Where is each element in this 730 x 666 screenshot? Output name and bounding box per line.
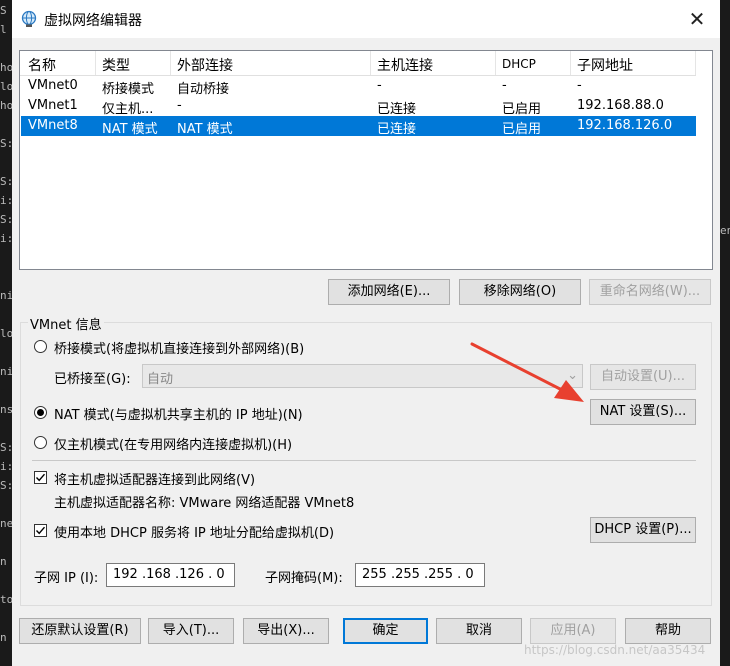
cancel-button[interactable]: 取消 [436, 618, 522, 644]
background-text: n [0, 631, 7, 644]
column-header-dhcp[interactable]: DHCP [502, 57, 536, 71]
column-header-name[interactable]: 名称 [28, 55, 56, 75]
subnet-mask-label: 子网掩码(M): [265, 571, 343, 586]
bridged-to-label: 已桥接至(G): [54, 372, 131, 387]
network-row-vmnet8[interactable]: VMnet8 NAT 模式 NAT 模式 已连接 已启用 192.168.126.0 [21, 116, 696, 137]
cell-external: NAT 模式 [177, 122, 233, 137]
use-dhcp-label[interactable]: 使用本地 DHCP 服务将 IP 地址分配给虚拟机(D) [54, 522, 334, 541]
column-header-type[interactable]: 类型 [102, 55, 130, 75]
subnet-ip-field[interactable]: 192 .168 .126 . 0 [106, 563, 235, 587]
cell-type: 仅主机... [102, 102, 154, 117]
watermark-text: https://blog.csdn.net/aa35434 [524, 643, 706, 657]
cell-name: VMnet0 [28, 78, 78, 93]
nat-mode-radio[interactable] [34, 406, 47, 419]
bridged-mode-radio[interactable] [34, 340, 47, 353]
cell-type: 桥接模式 [102, 82, 155, 97]
cell-type: NAT 模式 [102, 122, 158, 137]
background-text: en [720, 224, 730, 237]
background-terminal-left: Sl ho lo ho S: S: i: S: i: ni lo ni ns S: i: S: ne n to n [0, 0, 13, 666]
auto-settings-button[interactable]: 自动设置(U)... [590, 364, 696, 390]
connect-adapter-checkbox[interactable] [34, 471, 47, 484]
cell-dhcp: - [502, 78, 507, 93]
cell-dhcp: 已启用 [502, 102, 542, 117]
rename-network-button[interactable]: 重命名网络(W)... [589, 279, 711, 305]
use-dhcp-checkbox[interactable] [34, 524, 47, 537]
ok-button[interactable]: 确定 [343, 618, 428, 644]
network-globe-icon [21, 10, 37, 27]
host-only-mode-label[interactable]: 仅主机模式(在专用网络内连接虚拟机)(H) [54, 434, 292, 453]
column-header-subnet[interactable]: 子网地址 [577, 55, 633, 75]
chevron-down-icon: ⌄ [567, 368, 578, 383]
cell-external: 自动桥接 [177, 82, 230, 97]
background-terminal-right: en [720, 0, 730, 666]
nat-mode-label[interactable]: NAT 模式(与虚拟机共享主机的 IP 地址)(N) [54, 404, 303, 423]
cell-subnet: 192.168.126.0 [577, 118, 673, 133]
subnet-mask-field[interactable]: 255 .255 .255 . 0 [355, 563, 485, 587]
bridged-mode-label[interactable]: 桥接模式(将虚拟机直接连接到外部网络)(B) [54, 338, 304, 357]
cell-subnet: 192.168.88.0 [577, 98, 664, 113]
cell-name: VMnet1 [28, 98, 78, 113]
close-button[interactable]: ✕ [680, 4, 714, 34]
nat-settings-button[interactable]: NAT 设置(S)... [590, 399, 696, 425]
add-network-button[interactable]: 添加网络(E)... [328, 279, 450, 305]
apply-button[interactable]: 应用(A) [530, 618, 616, 644]
connect-adapter-label[interactable]: 将主机虚拟适配器连接到此网络(V) [54, 469, 255, 488]
export-button[interactable]: 导出(X)... [243, 618, 329, 644]
bridged-to-value: 自动 [147, 372, 174, 387]
background-text: n [0, 555, 7, 568]
network-list-header: 名称 类型 外部连接 主机连接 DHCP 子网地址 [20, 51, 696, 76]
cell-external: - [177, 98, 182, 113]
virtual-network-editor-window: 虚拟网络编辑器 ✕ 名称 类型 外部连接 主机连接 DHCP 子网地址 VMne… [12, 0, 720, 666]
window-title: 虚拟网络编辑器 [44, 13, 142, 29]
bridged-to-select[interactable]: 自动 ⌄ [142, 364, 583, 388]
cell-host: - [377, 78, 382, 93]
background-text: S [0, 4, 7, 17]
title-bar[interactable]: 虚拟网络编辑器 ✕ [12, 0, 720, 38]
cell-subnet: - [577, 78, 582, 93]
remove-network-button[interactable]: 移除网络(O) [459, 279, 581, 305]
cell-name: VMnet8 [28, 118, 78, 133]
cell-host: 已连接 [377, 102, 417, 117]
help-button[interactable]: 帮助 [625, 618, 711, 644]
divider [32, 460, 696, 461]
network-row-vmnet1[interactable]: VMnet1 仅主机... - 已连接 已启用 192.168.88.0 [21, 96, 696, 117]
dhcp-settings-button[interactable]: DHCP 设置(P)... [590, 517, 696, 543]
checkmark-icon [35, 526, 46, 535]
restore-defaults-button[interactable]: 还原默认设置(R) [19, 618, 141, 644]
cell-host: 已连接 [377, 122, 417, 137]
subnet-ip-label: 子网 IP (I): [34, 571, 99, 586]
network-row-vmnet0[interactable]: VMnet0 桥接模式 自动桥接 - - - [21, 76, 696, 97]
host-only-mode-radio[interactable] [34, 436, 47, 449]
column-header-external[interactable]: 外部连接 [177, 55, 233, 75]
checkmark-icon [35, 473, 46, 482]
network-list[interactable]: 名称 类型 外部连接 主机连接 DHCP 子网地址 VMnet0 桥接模式 自动桥接… [19, 50, 713, 270]
column-header-host[interactable]: 主机连接 [377, 55, 433, 75]
background-text: l [0, 23, 7, 36]
vmnet-info-label: VMnet 信息 [28, 314, 104, 333]
cell-dhcp: 已启用 [502, 122, 542, 137]
import-button[interactable]: 导入(T)... [148, 618, 234, 644]
adapter-name-text: 主机虚拟适配器名称: VMware 网络适配器 VMnet8 [54, 496, 355, 511]
